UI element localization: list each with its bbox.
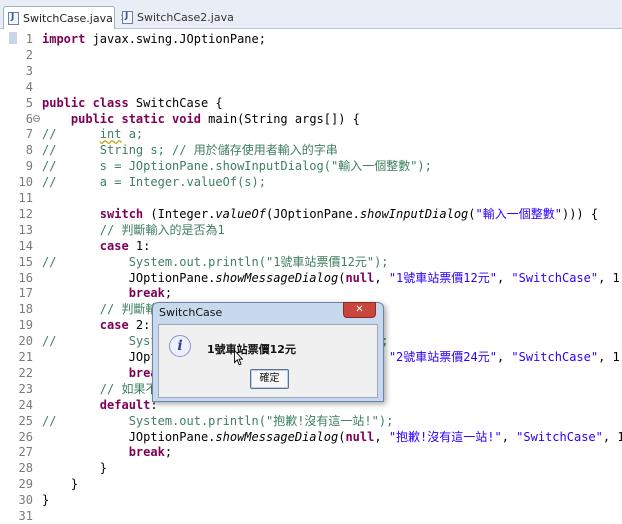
code-text: }: [42, 477, 79, 492]
line-number: 14: [18, 238, 33, 253]
line-number: 22: [18, 365, 33, 380]
code-line[interactable]: 15 // System.out.println("1號車站票價12元");: [0, 254, 622, 270]
editor-tab-bar: SwitchCase.java ✕ SwitchCase2.java: [0, 0, 622, 29]
code-text: case 1:: [99, 238, 151, 253]
line-number: 30: [18, 493, 33, 508]
line-number: 21: [18, 350, 33, 364]
dialog-content: i 1號車站票價12元 確定: [158, 324, 378, 398]
mouse-pointer-icon: [234, 350, 243, 366]
line-number: 24: [18, 397, 33, 412]
code-line[interactable]: 16 JOptionPane.showMessageDialog(null, "…: [0, 270, 622, 286]
code-line[interactable]: 31: [0, 508, 622, 524]
line-number: 16: [18, 270, 33, 285]
line-number: 27: [18, 445, 33, 460]
code-line[interactable]: 1 import javax.swing.JOptionPane;: [0, 31, 622, 47]
code-line[interactable]: 3: [0, 63, 622, 79]
java-file-icon: [8, 11, 19, 25]
line-number: 23: [18, 381, 33, 396]
line-number: 13: [18, 222, 33, 237]
line-number: 3: [25, 63, 33, 78]
line-number: 19: [18, 318, 33, 333]
code-line[interactable]: 17 break;: [0, 285, 622, 301]
code-line[interactable]: 5 public class SwitchCase {: [0, 95, 622, 111]
info-icon: i: [169, 335, 191, 357]
code-line[interactable]: 13 // 判斷輸入的是否為1: [0, 222, 622, 238]
line-number: 25: [18, 413, 33, 428]
code-text: }: [42, 493, 50, 508]
line-number: 8: [25, 143, 33, 158]
code-text: // s = JOptionPane.showInputDialog("輸入一個…: [42, 159, 432, 174]
code-text: switch (Integer.valueOf(JOptionPane.show…: [99, 206, 599, 221]
code-text: break;: [128, 445, 173, 460]
line-number: 26: [18, 429, 33, 444]
code-line[interactable]: 27 break;: [0, 444, 622, 460]
code-text: // 判斷輸入的是否為1: [99, 222, 225, 237]
line-number: 6: [25, 111, 33, 126]
code-line[interactable]: 2: [0, 47, 622, 63]
code-line[interactable]: 14 case 1:: [0, 238, 622, 254]
code-line[interactable]: 28 }: [0, 460, 622, 476]
code-line[interactable]: 7 // int a;: [0, 126, 622, 142]
message-dialog: SwitchCase ✕ i 1號車站票價12元 確定: [152, 302, 384, 402]
line-number: 7: [25, 127, 33, 142]
code-line[interactable]: 11: [0, 190, 622, 206]
code-line[interactable]: 9 // s = JOptionPane.showInputDialog("輸入一…: [0, 158, 622, 174]
tab-label: SwitchCase2.java: [137, 11, 234, 24]
line-number: 10: [18, 175, 33, 190]
dialog-title: SwitchCase: [159, 306, 223, 319]
line-number: 17: [18, 286, 33, 301]
code-line[interactable]: 30}: [0, 492, 622, 508]
line-number: 15: [18, 254, 33, 269]
code-line[interactable]: 29 }: [0, 476, 622, 492]
code-text: // String s; // 用於儲存使用者輸入的字串: [42, 143, 338, 158]
code-editor[interactable]: 1 import javax.swing.JOptionPane; 2 3 4 5 publ…: [0, 29, 622, 523]
code-line[interactable]: 10 // a = Integer.valueOf(s);: [0, 174, 622, 190]
code-line[interactable]: 8 // String s; // 用於儲存使用者輸入的字串: [0, 142, 622, 158]
code-text: import javax.swing.JOptionPane;: [42, 32, 266, 46]
tab-switchcase2-java[interactable]: SwitchCase2.java: [118, 6, 236, 29]
line-number: 28: [18, 461, 33, 476]
code-text: JOptionPane.showMessageDialog(null, "1號車…: [42, 270, 622, 285]
code-line[interactable]: 25 // System.out.println("抱歉!沒有這一站!");: [0, 413, 622, 429]
tab-switchcase-java[interactable]: SwitchCase.java ✕: [3, 6, 128, 29]
code-line[interactable]: 12 switch (Integer.valueOf(JOptionPane.s…: [0, 206, 622, 222]
line-number: 18: [18, 302, 33, 317]
line-number: 2: [25, 47, 33, 62]
dialog-close-button[interactable]: ✕: [343, 302, 376, 318]
line-number: 5: [25, 95, 33, 110]
dialog-message: 1號車站票價12元: [207, 343, 296, 356]
line-number: 20: [18, 334, 33, 349]
code-line[interactable]: 26 JOptionPane.showMessageDialog(null, "…: [0, 429, 622, 445]
line-number: 4: [25, 79, 33, 94]
line-number: 29: [18, 477, 33, 492]
code-text: public class SwitchCase {: [42, 95, 223, 110]
line-number: 12: [18, 206, 33, 221]
code-line[interactable]: 6− public static void main(String args[]…: [0, 111, 622, 127]
tab-label: SwitchCase.java: [23, 11, 113, 25]
code-text: // int a;: [42, 127, 144, 142]
line-number: 11: [18, 191, 33, 205]
code-text: // System.out.println("抱歉!沒有這一站!");: [42, 413, 394, 428]
code-text: case 2:: [99, 318, 151, 333]
code-text: default:: [99, 397, 158, 412]
line-number: 31: [18, 509, 33, 523]
code-text: break;: [128, 286, 173, 301]
code-text: // System.out.println("1號車站票價12元");: [42, 254, 389, 269]
code-text: public static void main(String args[]) {: [70, 111, 360, 126]
line-number: 9: [25, 159, 33, 174]
code-text: // a = Integer.valueOf(s);: [42, 175, 266, 190]
code-line[interactable]: 4: [0, 79, 622, 95]
fold-toggle-icon[interactable]: −: [33, 114, 40, 122]
code-text: }: [42, 461, 108, 476]
line-number: 1: [25, 32, 33, 46]
code-text: JOptionPane.showMessageDialog(null, "抱歉!…: [42, 429, 622, 444]
java-file-icon: [122, 11, 133, 24]
ok-button[interactable]: 確定: [250, 369, 289, 389]
